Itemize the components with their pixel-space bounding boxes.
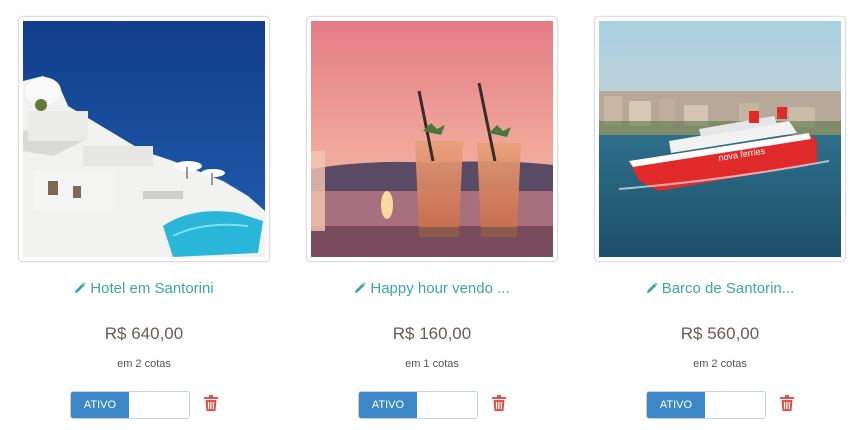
product-card: Happy hour vendo ... R$ 160,00 em 1 cota… [306, 16, 558, 419]
status-toggle-off-area[interactable] [705, 392, 765, 418]
status-toggle[interactable]: ATIVO [646, 391, 766, 419]
status-toggle[interactable]: ATIVO [70, 391, 190, 419]
pencil-icon[interactable] [354, 282, 366, 294]
product-title-text: Barco de Santorin... [661, 280, 795, 297]
product-price: R$ 560,00 [680, 324, 760, 343]
status-toggle-active-label: ATIVO [359, 392, 417, 418]
product-quota: em 2 cotas [693, 358, 747, 370]
card-controls: ATIVO [306, 391, 558, 419]
status-toggle-active-label: ATIVO [71, 392, 129, 418]
product-title-text: Happy hour vendo ... [370, 280, 510, 297]
product-title[interactable]: Hotel em Santorini [18, 280, 270, 302]
product-image-frame[interactable] [18, 16, 270, 262]
trash-icon[interactable] [204, 394, 218, 416]
product-title-text: Hotel em Santorini [90, 280, 214, 297]
trash-icon[interactable] [492, 394, 506, 416]
cocktails-sunset-image [311, 21, 553, 257]
trash-icon[interactable] [780, 394, 794, 416]
card-controls: ATIVO [594, 391, 846, 419]
product-title[interactable]: Barco de Santorin... [594, 280, 846, 302]
product-price: R$ 160,00 [392, 324, 472, 343]
product-title[interactable]: Happy hour vendo ... [306, 280, 558, 302]
pencil-icon[interactable] [646, 282, 658, 294]
ferry-boat-image: nova ferries [599, 21, 841, 257]
product-image-frame[interactable] [306, 16, 558, 262]
card-controls: ATIVO [18, 391, 270, 419]
status-toggle[interactable]: ATIVO [358, 391, 478, 419]
product-grid: Hotel em Santorini R$ 640,00 em 2 cotas … [0, 0, 865, 430]
product-quota: em 2 cotas [117, 358, 171, 370]
status-toggle-off-area[interactable] [417, 392, 477, 418]
product-card: nova ferries Barco de Santorin... R$ 560… [594, 16, 846, 419]
product-quota: em 1 cotas [405, 358, 459, 370]
product-price: R$ 640,00 [104, 324, 184, 343]
product-card: Hotel em Santorini R$ 640,00 em 2 cotas … [18, 16, 270, 419]
pencil-icon[interactable] [74, 282, 86, 294]
hotel-santorini-image [23, 21, 265, 257]
status-toggle-off-area[interactable] [129, 392, 189, 418]
status-toggle-active-label: ATIVO [647, 392, 705, 418]
product-image-frame[interactable]: nova ferries [594, 16, 846, 262]
